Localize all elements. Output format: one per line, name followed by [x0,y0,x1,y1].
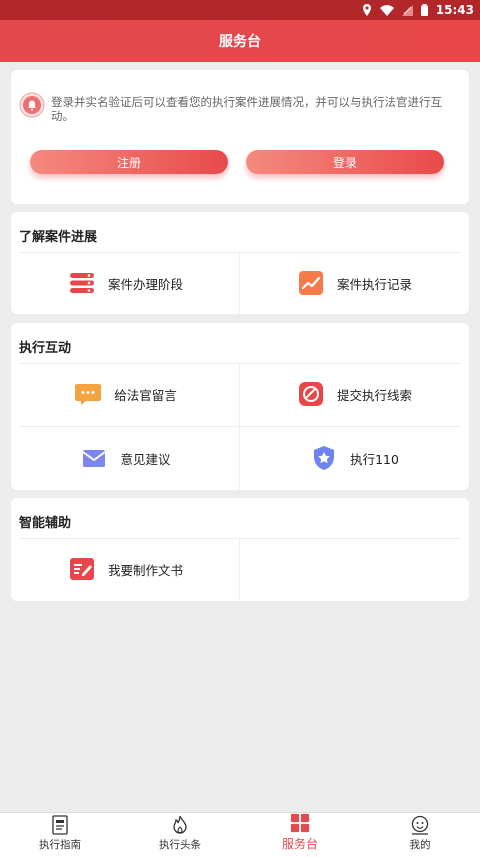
tab-label: 执行指南 [39,839,81,851]
tab-mine[interactable]: 我的 [360,813,480,857]
item-label: 提交执行线索 [336,387,412,403]
bell-icon [19,92,45,118]
execution-110-item[interactable]: 执行110 [240,427,469,489]
tab-label: 执行头条 [159,839,201,851]
tab-label: 我的 [409,839,431,851]
register-button[interactable]: 注册 [30,150,228,174]
clue-icon [298,382,323,406]
item-label: 案件执行记录 [336,276,412,292]
item-label: 意见建议 [120,451,171,467]
location-icon [362,4,372,16]
item-label: 我要制作文书 [107,562,183,578]
document-edit-icon [69,558,94,580]
case-record-item[interactable]: 案件执行记录 [240,252,469,314]
item-label: 给法官留言 [114,387,177,403]
mail-icon [82,450,107,467]
submit-clue-item[interactable]: 提交执行线索 [240,363,469,425]
page-title: 服务台 [219,34,261,50]
login-card: 登录并实名验证后可以查看您的执行案件进展情况，并可以与执行法官进行互动。 注册 … [11,70,469,204]
title-bar: 服务台 [0,20,480,62]
flame-icon [173,815,187,834]
tab-label: 服务台 [281,837,318,851]
stack-icon [69,273,94,293]
wifi-icon [379,4,394,16]
status-time: 15:43 [435,3,474,17]
login-button[interactable]: 登录 [246,150,444,174]
signal-icon [401,4,413,16]
bottom-tab-bar: 执行指南 执行头条 服务台 我的 [0,812,480,857]
interact-section: 执行互动 给法官留言 提交执行线索 意见建议 执行110 [11,323,469,490]
message-judge-item[interactable]: 给法官留言 [11,363,240,425]
smiley-icon [411,815,429,835]
progress-section: 了解案件进展 案件办理阶段 案件执行记录 [11,212,469,314]
status-bar: 15:43 [0,0,480,20]
item-label: 执行110 [350,451,399,467]
tab-service-desk[interactable]: 服务台 [240,813,360,857]
item-label: 案件办理阶段 [107,276,183,292]
case-stage-item[interactable]: 案件办理阶段 [11,252,240,314]
battery-icon [420,4,428,16]
book-icon [52,815,68,835]
trend-chart-icon [298,271,323,295]
tab-headlines[interactable]: 执行头条 [120,813,240,857]
section-title: 了解案件进展 [19,230,98,245]
section-title: 执行互动 [19,341,72,356]
assist-section: 智能辅助 我要制作文书 [11,498,469,601]
make-document-item[interactable]: 我要制作文书 [11,538,240,600]
notice-text: 登录并实名验证后可以查看您的执行案件进展情况，并可以与执行法官进行互动。 [51,95,442,123]
login-notice: 登录并实名验证后可以查看您的执行案件进展情况，并可以与执行法官进行互动。 [19,92,463,123]
grid-icon [290,813,310,833]
suggestion-item[interactable]: 意见建议 [11,427,240,489]
chat-bubble-icon [75,384,102,405]
tab-guide[interactable]: 执行指南 [0,813,120,857]
shield-star-icon [314,446,335,470]
section-title: 智能辅助 [19,516,72,531]
